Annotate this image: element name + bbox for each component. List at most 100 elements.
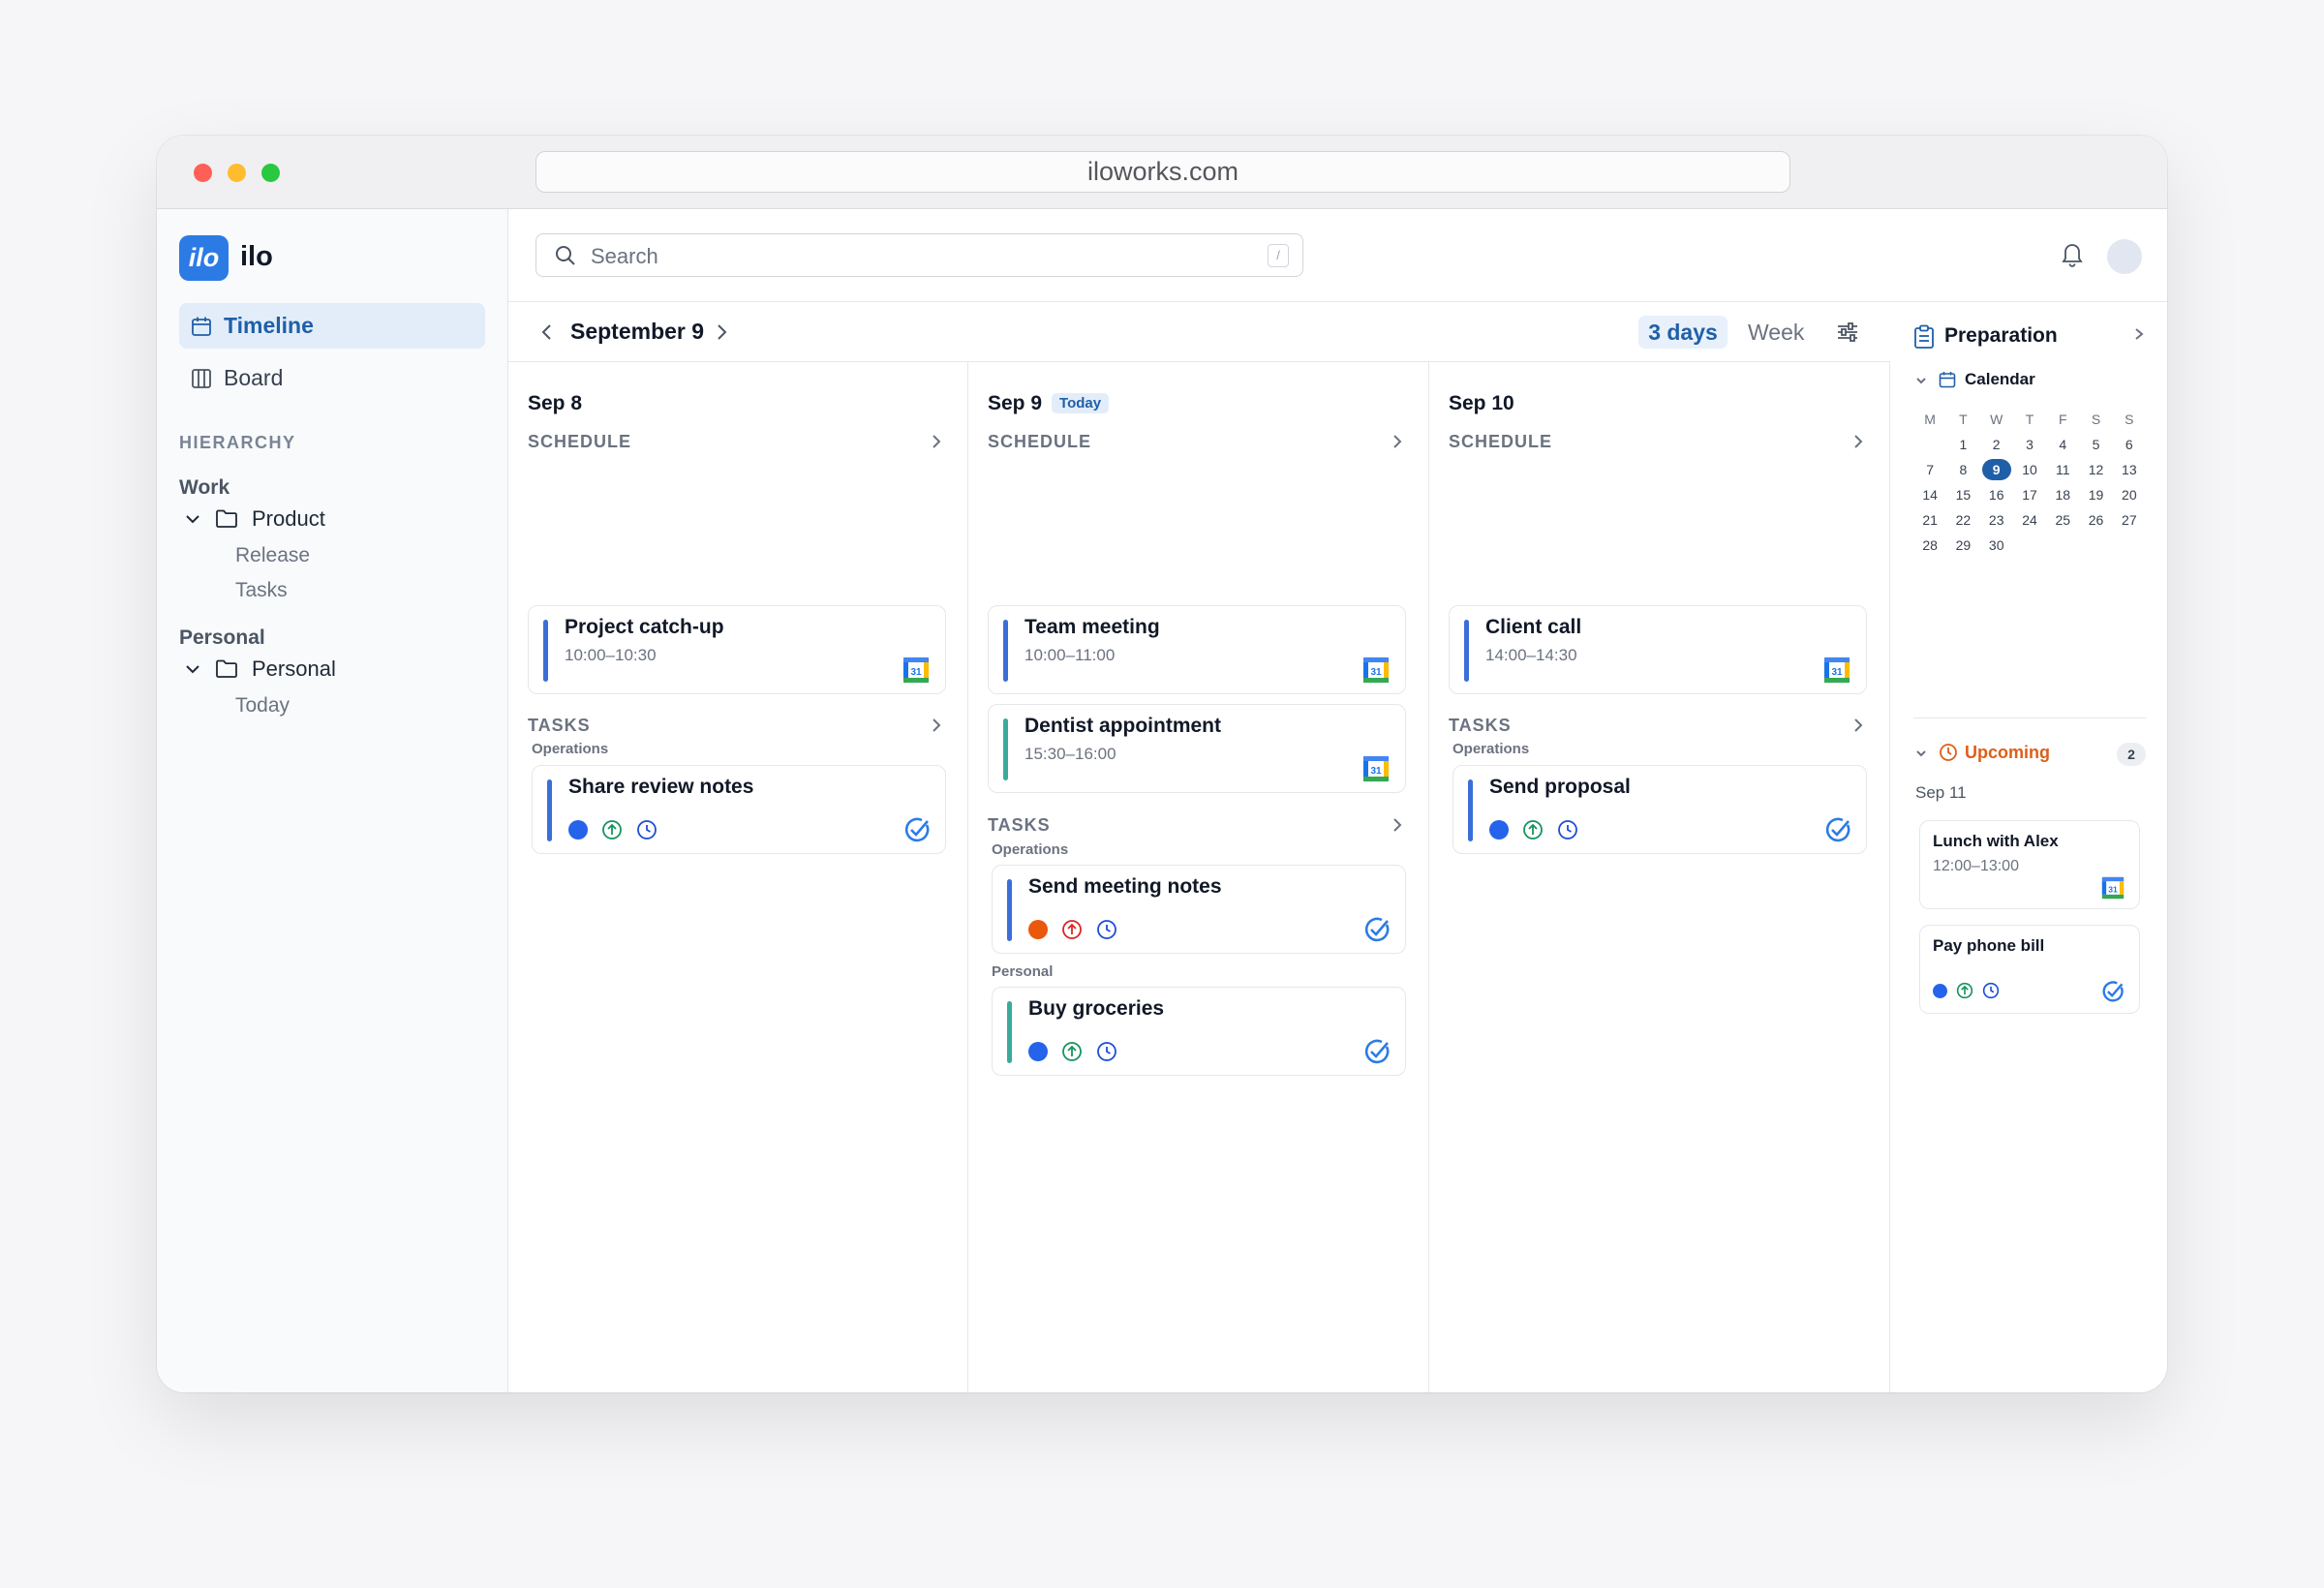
calendar-day[interactable]: 2 bbox=[1980, 432, 2013, 457]
chevron-right-icon[interactable] bbox=[1850, 718, 1866, 733]
tasks-section-label[interactable]: TASKS bbox=[988, 815, 1051, 836]
status-dot-icon[interactable] bbox=[568, 820, 588, 840]
clock-icon[interactable] bbox=[1096, 1041, 1117, 1062]
hierarchy-item-today[interactable]: Today bbox=[235, 694, 290, 718]
address-bar[interactable]: iloworks.com bbox=[535, 151, 1790, 193]
previous-day-icon[interactable] bbox=[537, 322, 557, 342]
calendar-day[interactable]: 24 bbox=[2013, 507, 2046, 533]
calendar-day[interactable]: 7 bbox=[1913, 457, 1946, 482]
calendar-day[interactable]: 26 bbox=[2079, 507, 2112, 533]
priority-up-icon[interactable] bbox=[1956, 982, 1973, 999]
calendar-day[interactable]: 30 bbox=[1980, 533, 2013, 558]
status-dot-icon[interactable] bbox=[1933, 983, 1947, 998]
folder-product[interactable]: Product bbox=[180, 504, 325, 534]
priority-up-icon[interactable] bbox=[1061, 919, 1083, 940]
notification-bell-icon[interactable] bbox=[2060, 240, 2085, 267]
event-card[interactable]: Client call 14:00–14:30 31 bbox=[1449, 605, 1867, 694]
status-dot-icon[interactable] bbox=[1028, 1042, 1048, 1061]
schedule-section-label[interactable]: SCHEDULE bbox=[988, 432, 1091, 452]
chevron-right-icon[interactable] bbox=[929, 718, 944, 733]
task-complete-check-icon[interactable] bbox=[1363, 1038, 1391, 1065]
status-dot-icon[interactable] bbox=[1028, 920, 1048, 939]
event-card[interactable]: Team meeting 10:00–11:00 31 bbox=[988, 605, 1406, 694]
chevron-down-icon[interactable] bbox=[1915, 375, 1927, 386]
clock-icon[interactable] bbox=[636, 819, 657, 840]
calendar-day[interactable]: 16 bbox=[1980, 482, 2013, 507]
calendar-day[interactable]: 28 bbox=[1913, 533, 1946, 558]
priority-up-icon[interactable] bbox=[601, 819, 623, 840]
tasks-section-label[interactable]: TASKS bbox=[1449, 716, 1512, 736]
chevron-right-icon[interactable] bbox=[1390, 817, 1405, 833]
task-card[interactable]: Share review notes bbox=[532, 765, 946, 854]
next-day-icon[interactable] bbox=[712, 322, 731, 342]
chevron-right-icon[interactable] bbox=[2132, 327, 2146, 341]
clock-icon[interactable] bbox=[1557, 819, 1578, 840]
calendar-day[interactable]: 21 bbox=[1913, 507, 1946, 533]
priority-up-icon[interactable] bbox=[1522, 819, 1544, 840]
event-card[interactable]: Dentist appointment 15:30–16:00 31 bbox=[988, 704, 1406, 793]
calendar-day[interactable]: 13 bbox=[2113, 457, 2146, 482]
calendar-day[interactable]: 1 bbox=[1946, 432, 1979, 457]
calendar-day[interactable]: 12 bbox=[2079, 457, 2112, 482]
calendar-day-selected[interactable]: 9 bbox=[1980, 457, 2013, 482]
folder-personal[interactable]: Personal bbox=[180, 655, 336, 684]
clock-icon[interactable] bbox=[1982, 982, 2000, 999]
task-complete-check-icon[interactable] bbox=[1824, 816, 1851, 843]
chevron-right-icon[interactable] bbox=[1390, 434, 1405, 449]
chevron-right-icon[interactable] bbox=[1850, 434, 1866, 449]
task-card[interactable]: Send meeting notes bbox=[992, 865, 1406, 954]
schedule-section-label[interactable]: SCHEDULE bbox=[1449, 432, 1552, 452]
search-input[interactable]: Search / bbox=[535, 233, 1303, 277]
calendar-day[interactable]: 3 bbox=[2013, 432, 2046, 457]
upcoming-section-header[interactable]: Upcoming bbox=[1915, 743, 2050, 763]
task-complete-check-icon[interactable] bbox=[903, 816, 931, 843]
calendar-day[interactable]: 5 bbox=[2079, 432, 2112, 457]
event-card[interactable]: Project catch-up 10:00–10:30 31 bbox=[528, 605, 946, 694]
clock-icon bbox=[1940, 744, 1957, 761]
calendar-day[interactable]: 19 bbox=[2079, 482, 2112, 507]
task-card[interactable]: Buy groceries bbox=[992, 987, 1406, 1076]
calendar-day[interactable]: 4 bbox=[2046, 432, 2079, 457]
maximize-window-button[interactable] bbox=[261, 164, 280, 182]
calendar-day[interactable]: 22 bbox=[1946, 507, 1979, 533]
schedule-section-label[interactable]: SCHEDULE bbox=[528, 432, 631, 452]
task-card[interactable]: Send proposal bbox=[1452, 765, 1867, 854]
calendar-day[interactable]: 27 bbox=[2113, 507, 2146, 533]
minimize-window-button[interactable] bbox=[228, 164, 246, 182]
hierarchy-item-release[interactable]: Release bbox=[235, 544, 310, 567]
status-dot-icon[interactable] bbox=[1489, 820, 1509, 840]
view-week-toggle[interactable]: Week bbox=[1748, 320, 1804, 346]
chevron-down-icon[interactable] bbox=[184, 510, 201, 528]
calendar-day[interactable]: 8 bbox=[1946, 457, 1979, 482]
user-avatar[interactable] bbox=[2107, 239, 2142, 274]
view-3days-toggle[interactable]: 3 days bbox=[1638, 316, 1728, 349]
calendar-day[interactable]: 25 bbox=[2046, 507, 2079, 533]
view-settings-icon[interactable] bbox=[1834, 319, 1861, 346]
upcoming-task-card[interactable]: Pay phone bill bbox=[1919, 925, 2140, 1014]
calendar-day[interactable]: 18 bbox=[2046, 482, 2079, 507]
task-complete-check-icon[interactable] bbox=[1363, 916, 1391, 943]
calendar-day[interactable]: 17 bbox=[2013, 482, 2046, 507]
nav-board[interactable]: Board bbox=[179, 355, 485, 401]
calendar-day[interactable]: 14 bbox=[1913, 482, 1946, 507]
hierarchy-item-tasks[interactable]: Tasks bbox=[235, 579, 288, 602]
calendar-day[interactable]: 29 bbox=[1946, 533, 1979, 558]
task-complete-check-icon[interactable] bbox=[2101, 980, 2125, 1003]
tasks-section-label[interactable]: TASKS bbox=[528, 716, 591, 736]
calendar-day[interactable]: 23 bbox=[1980, 507, 2013, 533]
upcoming-event-card[interactable]: Lunch with Alex 12:00–13:00 31 bbox=[1919, 820, 2140, 909]
chevron-right-icon[interactable] bbox=[929, 434, 944, 449]
chevron-down-icon[interactable] bbox=[1915, 748, 1927, 759]
close-window-button[interactable] bbox=[194, 164, 212, 182]
calendar-day[interactable]: 20 bbox=[2113, 482, 2146, 507]
clock-icon[interactable] bbox=[1096, 919, 1117, 940]
calendar-day[interactable]: 15 bbox=[1946, 482, 1979, 507]
priority-up-icon[interactable] bbox=[1061, 1041, 1083, 1062]
chevron-down-icon[interactable] bbox=[184, 660, 201, 678]
nav-timeline[interactable]: Timeline bbox=[179, 303, 485, 349]
calendar-day[interactable]: 10 bbox=[2013, 457, 2046, 482]
calendar-section-header[interactable]: Calendar bbox=[1915, 370, 2035, 389]
calendar-day[interactable]: 11 bbox=[2046, 457, 2079, 482]
task-group-label: Operations bbox=[992, 841, 1069, 858]
calendar-day[interactable]: 6 bbox=[2113, 432, 2146, 457]
